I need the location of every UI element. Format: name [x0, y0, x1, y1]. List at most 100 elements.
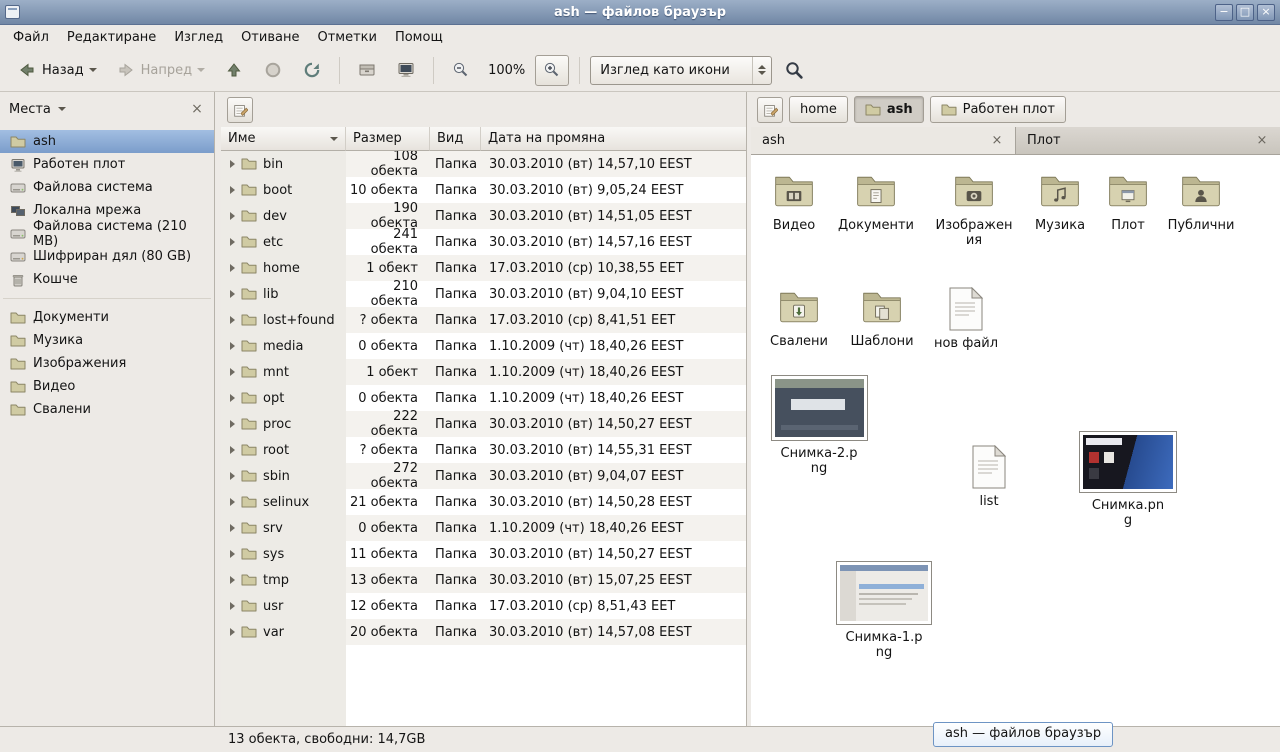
column-header-type[interactable]: Вид — [430, 127, 481, 151]
sidebar-item-ash[interactable]: ash — [0, 130, 214, 153]
menu-item[interactable]: Файл — [4, 26, 58, 49]
stop-button[interactable] — [256, 55, 290, 86]
icon-item-list-file[interactable]: list — [946, 445, 1032, 509]
sidebar-item-filesystem[interactable]: Файлова система — [0, 176, 214, 199]
table-row[interactable]: bin 108 обекта Папка 30.03.2010 (вт) 14,… — [221, 151, 746, 177]
expander-icon[interactable] — [230, 498, 235, 506]
icon-item-documents[interactable]: Документи — [833, 169, 919, 233]
expander-icon[interactable] — [230, 602, 235, 610]
table-row[interactable]: tmp 13 обекта Папка 30.03.2010 (вт) 15,0… — [221, 567, 746, 593]
breadcrumb-ash[interactable]: ash — [854, 96, 924, 123]
table-row[interactable]: srv 0 обекта Папка 1.10.2009 (чт) 18,40,… — [221, 515, 746, 541]
table-row[interactable]: selinux 21 обекта Папка 30.03.2010 (вт) … — [221, 489, 746, 515]
expander-icon[interactable] — [230, 186, 235, 194]
menu-item[interactable]: Изглед — [165, 26, 232, 49]
table-row[interactable]: sys 11 обекта Папка 30.03.2010 (вт) 14,5… — [221, 541, 746, 567]
table-row[interactable]: home 1 обект Папка 17.03.2010 (ср) 10,38… — [221, 255, 746, 281]
tab-plot[interactable]: Плот — [1016, 127, 1280, 154]
expander-icon[interactable] — [230, 628, 235, 636]
icon-item-public[interactable]: Публични — [1158, 169, 1244, 233]
table-row[interactable]: dev 190 обекта Папка 30.03.2010 (вт) 14,… — [221, 203, 746, 229]
sidebar-item-desktop[interactable]: Работен плот — [0, 153, 214, 176]
column-header-date[interactable]: Дата на промяна — [481, 127, 746, 151]
reload-button[interactable] — [295, 55, 329, 86]
table-row[interactable]: mnt 1 обект Папка 1.10.2009 (чт) 18,40,2… — [221, 359, 746, 385]
breadcrumb-desktop[interactable]: Работен плот — [930, 96, 1066, 123]
table-row[interactable]: boot 10 обекта Папка 30.03.2010 (вт) 9,0… — [221, 177, 746, 203]
computer-button[interactable] — [389, 55, 423, 86]
table-row[interactable]: etc 241 обекта Папка 30.03.2010 (вт) 14,… — [221, 229, 746, 255]
expander-icon[interactable] — [230, 550, 235, 558]
up-button[interactable] — [217, 55, 251, 86]
expander-icon[interactable] — [230, 368, 235, 376]
file-name: dev — [263, 209, 287, 224]
icon-item-snimka-2[interactable]: Снимка-2.png — [767, 375, 871, 476]
sidebar-item-pictures[interactable]: Изображения — [0, 352, 214, 375]
back-button[interactable]: Назад — [10, 55, 104, 86]
zoom-out-button[interactable] — [444, 55, 478, 86]
forward-button[interactable]: Напред — [109, 55, 212, 86]
column-header-name[interactable]: Име — [221, 127, 346, 151]
icon-item-new-file[interactable]: нов файл — [923, 287, 1009, 351]
expander-icon[interactable] — [230, 446, 235, 454]
menu-item[interactable]: Отметки — [308, 26, 385, 49]
sidebar-item-music[interactable]: Музика — [0, 329, 214, 352]
sidebar-item-downloads[interactable]: Свалени — [0, 398, 214, 421]
expander-icon[interactable] — [230, 420, 235, 428]
menu-item[interactable]: Редактиране — [58, 26, 165, 49]
expander-icon[interactable] — [230, 316, 235, 324]
icon-item-video[interactable]: Видео — [751, 169, 837, 233]
expander-icon[interactable] — [230, 212, 235, 220]
maximize-icon[interactable] — [1236, 4, 1254, 21]
table-row[interactable]: proc 222 обекта Папка 30.03.2010 (вт) 14… — [221, 411, 746, 437]
menu-item[interactable]: Отиване — [232, 26, 308, 49]
tab-close-icon[interactable] — [1255, 133, 1269, 148]
sidebar-close-icon[interactable] — [189, 101, 205, 117]
table-row[interactable]: var 20 обекта Папка 30.03.2010 (вт) 14,5… — [221, 619, 746, 645]
column-header-size[interactable]: Размер — [346, 127, 430, 151]
expander-icon[interactable] — [230, 160, 235, 168]
breadcrumb-home[interactable]: home — [789, 96, 848, 123]
table-row[interactable]: root ? обекта Папка 30.03.2010 (вт) 14,5… — [221, 437, 746, 463]
sidebar-item-documents[interactable]: Документи — [0, 306, 214, 329]
sidebar-mode-dropdown-icon[interactable] — [58, 107, 66, 111]
sidebar-item-encrypted-80gb[interactable]: Шифриран дял (80 GB) — [0, 245, 214, 268]
sidebar-title[interactable]: Места — [9, 102, 51, 117]
table-row[interactable]: usr 12 обекта Папка 17.03.2010 (ср) 8,51… — [221, 593, 746, 619]
view-mode-combobox[interactable]: Изглед като икони — [590, 56, 772, 85]
expander-icon[interactable] — [230, 524, 235, 532]
table-row[interactable]: lost+found ? обекта Папка 17.03.2010 (ср… — [221, 307, 746, 333]
icon-item-snimka[interactable]: Снимка.png — [1077, 431, 1179, 528]
expander-icon[interactable] — [230, 576, 235, 584]
search-button[interactable] — [777, 55, 811, 86]
tab-close-icon[interactable] — [990, 133, 1004, 148]
home-button[interactable] — [350, 55, 384, 86]
table-row[interactable]: opt 0 обекта Папка 1.10.2009 (чт) 18,40,… — [221, 385, 746, 411]
table-row[interactable]: media 0 обекта Папка 1.10.2009 (чт) 18,4… — [221, 333, 746, 359]
zoom-in-button[interactable] — [535, 55, 569, 86]
icon-item-downloads[interactable]: Свалени — [756, 285, 842, 349]
expander-icon[interactable] — [230, 342, 235, 350]
expander-icon[interactable] — [230, 290, 235, 298]
close-icon[interactable] — [1257, 4, 1275, 21]
expander-icon[interactable] — [230, 472, 235, 480]
expander-icon[interactable] — [230, 394, 235, 402]
sidebar-item-video[interactable]: Видео — [0, 375, 214, 398]
menu-item[interactable]: Помощ — [386, 26, 452, 49]
back-dropdown-icon[interactable] — [89, 68, 97, 72]
expander-icon[interactable] — [230, 264, 235, 272]
forward-dropdown-icon[interactable] — [197, 68, 205, 72]
table-row[interactable]: sbin 272 обекта Папка 30.03.2010 (вт) 9,… — [221, 463, 746, 489]
minimize-icon[interactable] — [1215, 4, 1233, 21]
combo-arrows-icon[interactable] — [752, 57, 771, 84]
expander-icon[interactable] — [230, 238, 235, 246]
sidebar-item-trash[interactable]: Кошче — [0, 268, 214, 291]
icon-item-pictures[interactable]: Изображения — [931, 169, 1017, 248]
icon-item-templates[interactable]: Шаблони — [839, 285, 925, 349]
table-row[interactable]: lib 210 обекта Папка 30.03.2010 (вт) 9,0… — [221, 281, 746, 307]
location-bar-toggle-button[interactable] — [227, 97, 253, 123]
sidebar-item-volume-210mb[interactable]: Файлова система (210 MB) — [0, 222, 214, 245]
location-bar-toggle-button[interactable] — [757, 97, 783, 123]
icon-item-snimka-1[interactable]: Снимка-1.png — [834, 561, 934, 660]
tab-ash[interactable]: ash — [751, 127, 1016, 154]
